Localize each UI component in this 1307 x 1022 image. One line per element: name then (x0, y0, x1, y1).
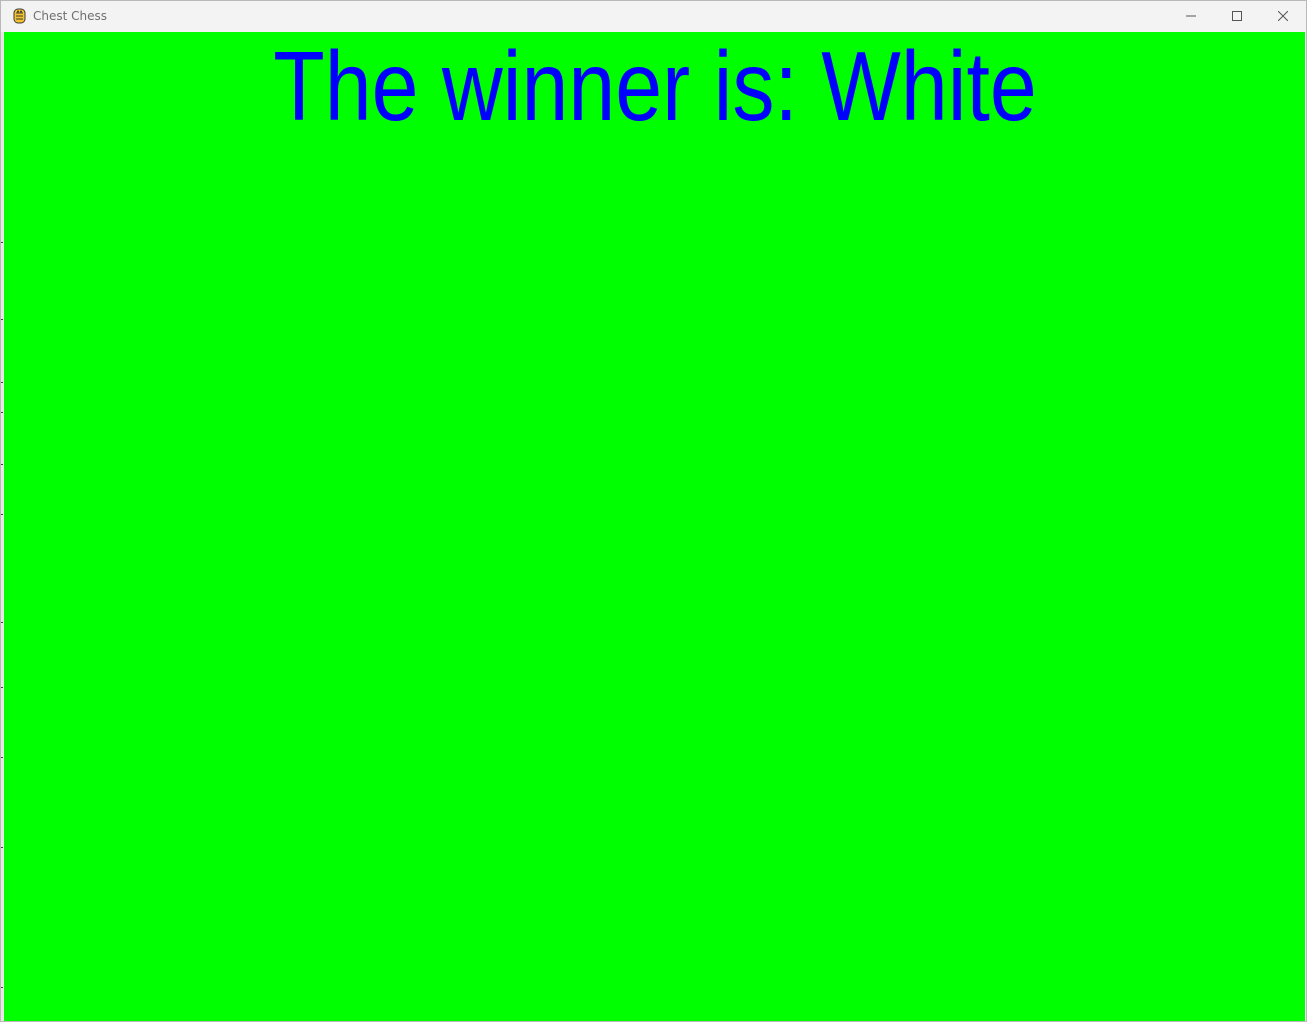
minimize-button[interactable] (1168, 1, 1214, 31)
pygame-snake-icon (11, 7, 29, 25)
app-window: Chest Chess The winner is: White (0, 0, 1307, 1022)
close-button[interactable] (1260, 1, 1306, 31)
game-canvas[interactable]: The winner is: White (4, 32, 1305, 1021)
window-controls (1168, 1, 1306, 31)
winner-message: The winner is: White (273, 32, 1037, 141)
maximize-icon (1232, 11, 1242, 21)
window-title: Chest Chess (33, 9, 108, 23)
title-bar[interactable]: Chest Chess (1, 1, 1306, 31)
minimize-icon (1186, 11, 1196, 21)
close-icon (1278, 11, 1288, 21)
maximize-button[interactable] (1214, 1, 1260, 31)
